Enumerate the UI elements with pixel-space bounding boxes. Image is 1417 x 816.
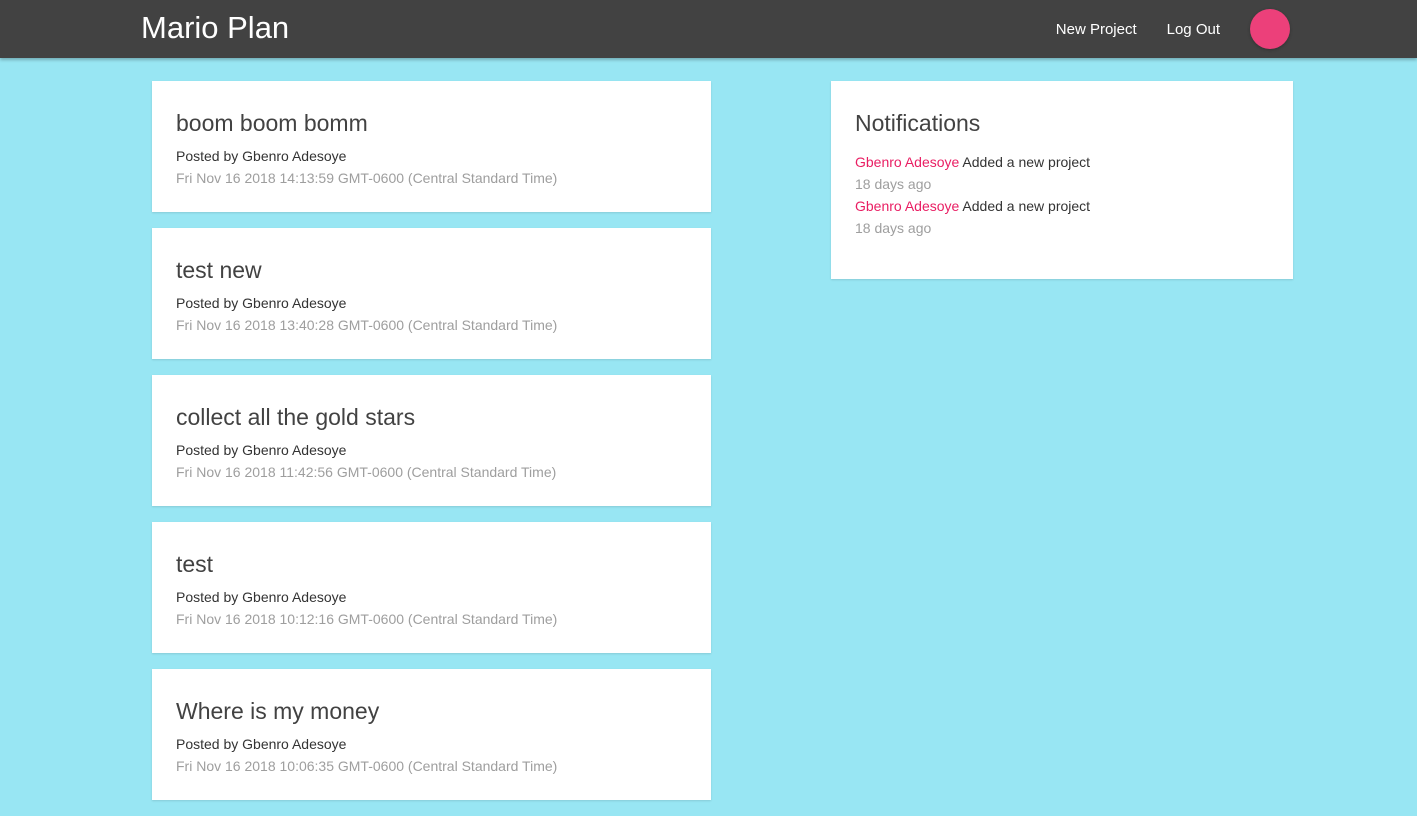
- notification-user-link[interactable]: Gbenro Adesoye: [855, 198, 959, 214]
- project-author: Posted by Gbenro Adesoye: [176, 589, 347, 605]
- project-title: Where is my money: [176, 698, 380, 724]
- notifications-panel: Notifications Gbenro Adesoye Added a new…: [831, 81, 1293, 279]
- notification-content: Added a new project: [962, 198, 1091, 214]
- project-date: Fri Nov 16 2018 10:12:16 GMT-0600 (Centr…: [176, 611, 558, 627]
- notification-user-link[interactable]: Gbenro Adesoye: [855, 154, 959, 170]
- notification-line: Gbenro Adesoye Added a new project: [855, 151, 1269, 173]
- project-date: Fri Nov 16 2018 13:40:28 GMT-0600 (Centr…: [176, 317, 558, 333]
- notification-item: Gbenro Adesoye Added a new project 18 da…: [855, 195, 1269, 239]
- project-title: test: [176, 551, 214, 577]
- notification-time: 18 days ago: [855, 176, 932, 192]
- brand-logo[interactable]: Mario Plan: [141, 8, 289, 48]
- notification-item: Gbenro Adesoye Added a new project 18 da…: [855, 151, 1269, 195]
- project-author: Posted by Gbenro Adesoye: [176, 442, 347, 458]
- project-author: Posted by Gbenro Adesoye: [176, 736, 347, 752]
- navbar: Mario Plan New Project Log Out: [0, 0, 1417, 58]
- log-out-link[interactable]: Log Out: [1167, 21, 1220, 38]
- notification-time: 18 days ago: [855, 220, 932, 236]
- notifications-title: Notifications: [855, 110, 981, 136]
- project-date: Fri Nov 16 2018 11:42:56 GMT-0600 (Centr…: [176, 464, 557, 480]
- nav-links: New Project Log Out: [1026, 0, 1290, 58]
- project-date: Fri Nov 16 2018 10:06:35 GMT-0600 (Centr…: [176, 758, 558, 774]
- new-project-link[interactable]: New Project: [1056, 21, 1137, 38]
- project-card[interactable]: collect all the gold stars Posted by Gbe…: [152, 375, 711, 506]
- project-card[interactable]: Where is my money Posted by Gbenro Adeso…: [152, 669, 711, 800]
- project-date: Fri Nov 16 2018 14:13:59 GMT-0600 (Centr…: [176, 170, 558, 186]
- notification-line: Gbenro Adesoye Added a new project: [855, 195, 1269, 217]
- project-card[interactable]: boom boom bomm Posted by Gbenro Adesoye …: [152, 81, 711, 212]
- notification-content: Added a new project: [962, 154, 1091, 170]
- project-list: boom boom bomm Posted by Gbenro Adesoye …: [152, 81, 711, 816]
- project-author: Posted by Gbenro Adesoye: [176, 295, 347, 311]
- project-title: collect all the gold stars: [176, 404, 416, 430]
- project-title: test new: [176, 257, 262, 283]
- project-title: boom boom bomm: [176, 110, 368, 136]
- project-card[interactable]: test new Posted by Gbenro Adesoye Fri No…: [152, 228, 711, 359]
- project-card[interactable]: test Posted by Gbenro Adesoye Fri Nov 16…: [152, 522, 711, 653]
- project-author: Posted by Gbenro Adesoye: [176, 148, 347, 164]
- avatar[interactable]: [1250, 9, 1290, 49]
